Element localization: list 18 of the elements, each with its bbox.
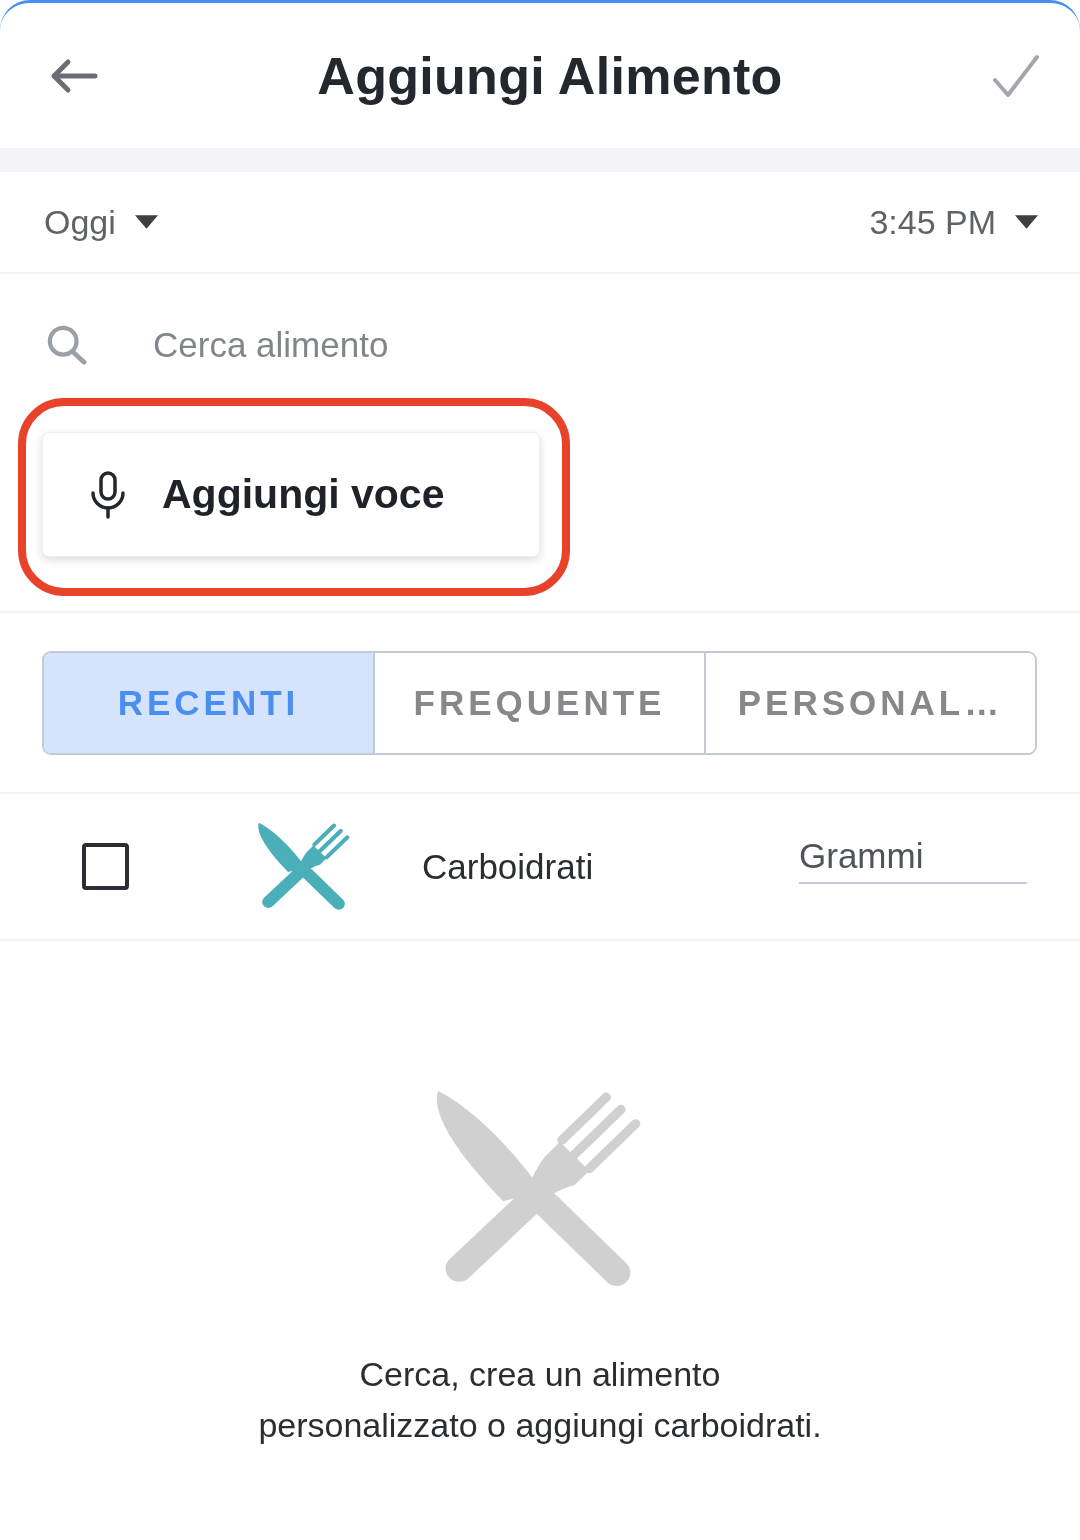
check-icon <box>992 53 1040 98</box>
back-button[interactable] <box>50 57 98 94</box>
date-dropdown[interactable]: Oggi <box>44 202 158 242</box>
checkbox[interactable] <box>82 843 129 890</box>
empty-state-message: Cerca, crea un alimento personalizzato o aggiungi carboidrati. <box>258 1354 822 1446</box>
microphone-icon <box>90 470 126 519</box>
food-name: Carboidrati <box>422 846 595 887</box>
caret-icon <box>134 215 158 229</box>
tab[interactable]: PERSONAL… <box>704 653 1035 753</box>
search-field[interactable]: Cerca alimento <box>153 321 1040 369</box>
search-icon <box>45 325 89 365</box>
voice-add-button[interactable]: Aggiungi voce <box>42 432 540 557</box>
caret-icon <box>1015 215 1038 229</box>
fork-and-knife-icon <box>257 821 351 912</box>
time-dropdown[interactable]: 3:45 PM <box>869 202 1038 242</box>
back-arrow-icon <box>50 57 98 94</box>
grams-field[interactable]: Grammi <box>799 835 1027 884</box>
screen-title: Aggiungi Alimento <box>316 45 783 106</box>
